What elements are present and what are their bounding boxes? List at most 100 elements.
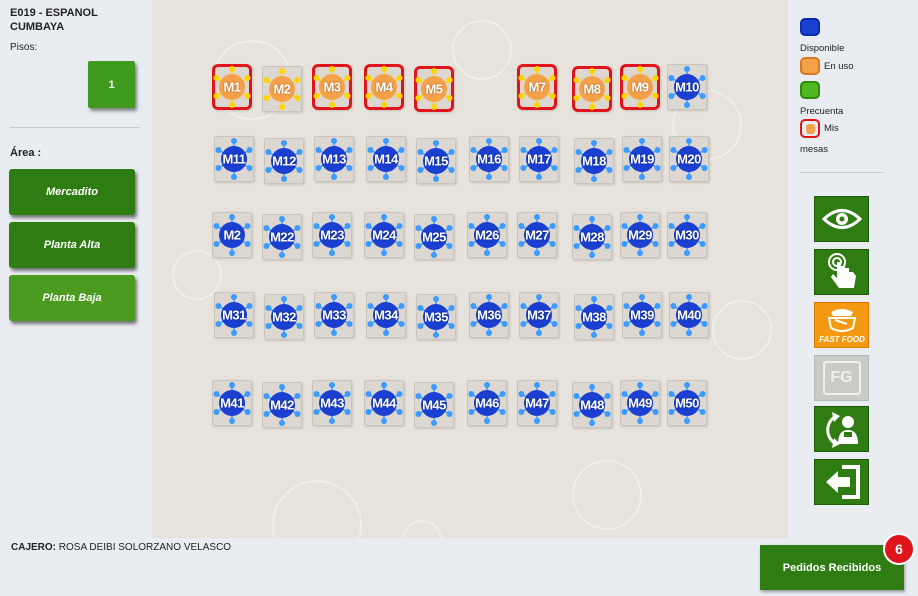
table-m1[interactable]: M1: [212, 64, 252, 110]
table-m24[interactable]: M24: [364, 212, 404, 258]
table-m5[interactable]: M5: [414, 66, 454, 112]
table-m42[interactable]: M42: [262, 382, 302, 428]
table-label: M1: [223, 79, 241, 95]
table-label: M7: [528, 79, 546, 95]
table-label: M8: [583, 81, 601, 97]
table-m16[interactable]: M16: [469, 136, 509, 182]
view-button[interactable]: [814, 196, 869, 242]
table-m13[interactable]: M13: [314, 136, 354, 182]
table-m38[interactable]: M38: [574, 294, 614, 340]
table-m34[interactable]: M34: [366, 292, 406, 338]
table-m37[interactable]: M37: [519, 292, 559, 338]
table-label: M14: [374, 151, 398, 167]
table-label: M35: [424, 309, 448, 325]
table-m28[interactable]: M28: [572, 214, 612, 260]
table-label: M40: [677, 307, 701, 323]
table-label: M9: [631, 79, 649, 95]
table-m23[interactable]: M23: [312, 212, 352, 258]
table-m10[interactable]: M10: [667, 64, 707, 110]
table-m20[interactable]: M20: [669, 136, 709, 182]
user-refresh-button[interactable]: [814, 406, 869, 452]
floor-button-1[interactable]: 1: [88, 61, 135, 108]
legend-available: [800, 18, 820, 39]
table-m43[interactable]: M43: [312, 380, 352, 426]
table-label: M47: [525, 395, 549, 411]
orders-count-badge: 6: [883, 533, 915, 565]
table-m29[interactable]: M29: [620, 212, 660, 258]
store-name: E019 - ESPANOL CUMBAYA: [10, 7, 98, 33]
area-button-planta-alta[interactable]: Planta Alta: [9, 222, 135, 268]
table-m32[interactable]: M32: [264, 294, 304, 340]
table-label: M32: [272, 309, 296, 325]
table-label: M19: [630, 151, 654, 167]
table-label: M37: [527, 307, 551, 323]
table-m12[interactable]: M12: [264, 138, 304, 184]
table-m4[interactable]: M4: [364, 64, 404, 110]
fast-food-button[interactable]: FAST FOOD: [814, 302, 869, 348]
table-m9[interactable]: M9: [620, 64, 660, 110]
table-m50[interactable]: M50: [667, 380, 707, 426]
table-m49[interactable]: M49: [620, 380, 660, 426]
table-m41[interactable]: M41: [212, 380, 252, 426]
table-m26[interactable]: M26: [467, 212, 507, 258]
legend-in-use-label: En uso: [824, 60, 854, 72]
table-label: M10: [675, 79, 699, 95]
divider: [10, 127, 140, 128]
floors-label: Pisos:: [10, 42, 38, 53]
legend-in-use: En uso: [800, 57, 854, 75]
logout-arrow-icon: [825, 465, 860, 499]
table-label: M30: [675, 227, 699, 243]
table-label: M41: [220, 395, 244, 411]
table-label: M36: [477, 307, 501, 323]
table-m2[interactable]: M2: [262, 66, 302, 112]
table-m45[interactable]: M45: [414, 382, 454, 428]
background-doodle: [402, 520, 442, 538]
area-button-mercadito[interactable]: Mercadito: [9, 169, 135, 215]
table-label: M16: [477, 151, 501, 167]
table-label: M12: [272, 153, 296, 169]
table-m11[interactable]: M11: [214, 136, 254, 182]
table-m27[interactable]: M27: [517, 212, 557, 258]
table-m44[interactable]: M44: [364, 380, 404, 426]
logout-button[interactable]: [814, 459, 869, 505]
frequent-swatch-icon: [800, 81, 820, 99]
background-doodle: [272, 480, 362, 538]
table-m46[interactable]: M46: [467, 380, 507, 426]
table-map: M1 M2 M3 M4 M5 M7 M8 M9 M10 M11 M12 M13 M14 M15 M16 M17…: [152, 0, 788, 538]
table-m40[interactable]: M40: [669, 292, 709, 338]
table-m7[interactable]: M7: [517, 64, 557, 110]
table-m3[interactable]: M3: [312, 64, 352, 110]
table-m36[interactable]: M36: [469, 292, 509, 338]
touch-button[interactable]: [814, 249, 869, 295]
table-m35[interactable]: M35: [416, 294, 456, 340]
table-m19[interactable]: M19: [622, 136, 662, 182]
table-m17[interactable]: M17: [519, 136, 559, 182]
table-m48[interactable]: M48: [572, 382, 612, 428]
table-m15[interactable]: M15: [416, 138, 456, 184]
table-label: M2: [273, 81, 291, 97]
table-m2[interactable]: M2: [212, 212, 252, 258]
table-label: M24: [372, 227, 396, 243]
table-label: M3: [323, 79, 341, 95]
area-button-planta-baja[interactable]: Planta Baja: [9, 275, 135, 321]
table-m14[interactable]: M14: [366, 136, 406, 182]
table-m39[interactable]: M39: [622, 292, 662, 338]
table-m8[interactable]: M8: [572, 66, 612, 112]
table-label: M28: [580, 229, 604, 245]
legend-frequent-label: Precuenta: [800, 106, 844, 117]
table-m18[interactable]: M18: [574, 138, 614, 184]
cashier-name: ROSA DEIBI SOLORZANO VELASCO: [56, 542, 232, 553]
table-m47[interactable]: M47: [517, 380, 557, 426]
table-m31[interactable]: M31: [214, 292, 254, 338]
table-label: M23: [320, 227, 344, 243]
background-doodle: [572, 460, 642, 530]
right-panel: Disponible En uso Precuenta Mis mesas FA…: [790, 0, 918, 536]
table-label: M48: [580, 397, 604, 413]
table-m33[interactable]: M33: [314, 292, 354, 338]
table-m25[interactable]: M25: [414, 214, 454, 260]
table-label: M49: [628, 395, 652, 411]
table-m30[interactable]: M30: [667, 212, 707, 258]
table-m22[interactable]: M22: [262, 214, 302, 260]
user-refresh-icon: [825, 412, 858, 448]
fg-button[interactable]: FG: [814, 355, 869, 401]
